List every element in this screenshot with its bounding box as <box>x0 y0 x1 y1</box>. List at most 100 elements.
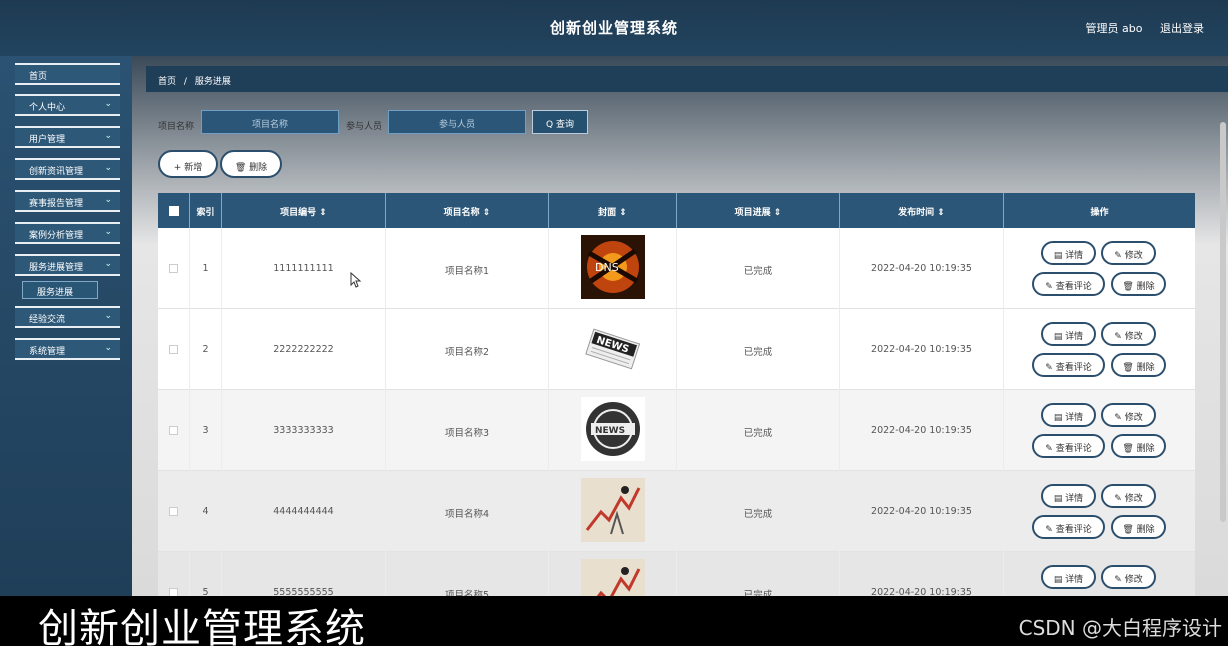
delete-button[interactable]: 🗑 删除 <box>1111 515 1166 539</box>
cell-progress: 已完成 <box>677 471 840 552</box>
chevron-down-icon: ⌄ <box>104 343 112 353</box>
cell-code: 3333333333 <box>222 390 386 471</box>
table-row: 5 5555555555 项目名称5 已完成 2022-04-20 10:19:… <box>158 552 1195 596</box>
search-label-members: 参与人员 <box>346 122 383 132</box>
svg-text:NEWS: NEWS <box>595 426 625 436</box>
row-checkbox[interactable] <box>169 345 178 354</box>
view-comments-button[interactable]: ✎ 查看评论 <box>1032 272 1105 296</box>
header-name[interactable]: 项目名称 ⇕ <box>386 193 549 228</box>
sidebar-item-news[interactable]: 创新资讯管理 ⌄ <box>15 158 120 180</box>
cover-image: NEWS <box>581 316 645 380</box>
cover-image <box>581 559 645 596</box>
cell-index: 4 <box>190 471 222 552</box>
sidebar-item-home[interactable]: 首页 <box>15 63 120 85</box>
detail-button[interactable]: ▤ 详情 <box>1041 565 1096 589</box>
cover-image <box>581 478 645 542</box>
sidebar-item-users[interactable]: 用户管理 ⌄ <box>15 126 120 148</box>
row-checkbox[interactable] <box>169 588 178 596</box>
delete-button[interactable]: 🗑 删除 <box>1111 434 1166 458</box>
cell-actions: ▤ 详情 ✎ 修改 ✎ 查看评论 🗑 删除 <box>1004 228 1195 309</box>
current-user: 管理员 abo <box>1085 22 1143 35</box>
chevron-down-icon: ⌄ <box>104 311 112 321</box>
row-checkbox[interactable] <box>169 264 178 273</box>
cover-image: NEWS <box>581 397 645 461</box>
header-cover[interactable]: 封面 ⇕ <box>549 193 677 228</box>
sidebar-item-profile[interactable]: 个人中心 ⌄ <box>15 94 120 116</box>
row-checkbox[interactable] <box>169 426 178 435</box>
sidebar-item-case[interactable]: 案例分析管理 ⌄ <box>15 222 120 244</box>
detail-button[interactable]: ▤ 详情 <box>1041 484 1096 508</box>
cell-time: 2022-04-20 10:19:35 <box>840 309 1004 390</box>
detail-button[interactable]: ▤ 详情 <box>1041 403 1096 427</box>
chevron-down-icon: ⌄ <box>104 259 112 269</box>
header-right: 管理员 abo 退出登录 <box>1072 20 1204 36</box>
table-row: 1 1111111111 项目名称1 DNS 已完成 2022-04-20 10… <box>158 228 1195 309</box>
cell-index: 2 <box>190 309 222 390</box>
header-progress[interactable]: 项目进展 ⇕ <box>677 193 840 228</box>
breadcrumb-home[interactable]: 首页 <box>158 77 176 87</box>
batch-delete-button[interactable]: 🗑 删除 <box>220 150 282 178</box>
cell-time: 2022-04-20 10:19:35 <box>840 552 1004 596</box>
cell-index: 3 <box>190 390 222 471</box>
cell-code: 5555555555 <box>222 552 386 596</box>
sidebar-item-experience[interactable]: 经验交流 ⌄ <box>15 306 120 328</box>
cell-time: 2022-04-20 10:19:35 <box>840 390 1004 471</box>
sidebar-item-label: 首页 <box>29 72 48 82</box>
cell-time: 2022-04-20 10:19:35 <box>840 228 1004 309</box>
cell-index: 5 <box>190 552 222 596</box>
view-comments-button[interactable]: ✎ 查看评论 <box>1032 434 1105 458</box>
search-button[interactable]: Q 查询 <box>532 110 588 134</box>
detail-button[interactable]: ▤ 详情 <box>1041 241 1096 265</box>
chevron-down-icon: ⌄ <box>104 195 112 205</box>
sidebar-item-label: 经验交流 <box>29 315 66 325</box>
sidebar-item-label: 用户管理 <box>29 135 66 145</box>
delete-button[interactable]: 🗑 删除 <box>1111 353 1166 377</box>
cell-time: 2022-04-20 10:19:35 <box>840 471 1004 552</box>
header-code[interactable]: 项目编号 ⇕ <box>222 193 386 228</box>
edit-button[interactable]: ✎ 修改 <box>1101 565 1156 589</box>
edit-button[interactable]: ✎ 修改 <box>1101 484 1156 508</box>
row-select <box>158 552 190 596</box>
cell-name: 项目名称4 <box>386 471 549 552</box>
chevron-down-icon: ⌄ <box>104 163 112 173</box>
detail-button[interactable]: ▤ 详情 <box>1041 322 1096 346</box>
edit-button[interactable]: ✎ 修改 <box>1101 403 1156 427</box>
logout-link[interactable]: 退出登录 <box>1160 22 1204 35</box>
table-row: 4 4444444444 项目名称4 已完成 2022-04-20 10:19:… <box>158 471 1195 552</box>
sidebar-subitem-service-progress[interactable]: 服务进展 <box>22 281 98 299</box>
row-select <box>158 228 190 309</box>
cell-actions: ▤ 详情 ✎ 修改 ✎ 查看评论 🗑 删除 <box>1004 390 1195 471</box>
watermark: CSDN @大白程序设计 <box>1018 616 1222 640</box>
header-select-all[interactable] <box>158 193 190 228</box>
cell-cover <box>549 552 677 596</box>
cell-code: 1111111111 <box>222 228 386 309</box>
cell-cover: NEWS <box>549 390 677 471</box>
vertical-scrollbar[interactable] <box>1220 122 1226 522</box>
sidebar-item-system[interactable]: 系统管理 ⌄ <box>15 338 120 360</box>
delete-button[interactable]: 🗑 删除 <box>1111 272 1166 296</box>
cell-name: 项目名称2 <box>386 309 549 390</box>
sidebar-item-label: 赛事报告管理 <box>29 199 84 209</box>
video-caption-bar: 创新创业管理系统 CSDN @大白程序设计 <box>0 596 1228 646</box>
cell-name: 项目名称5 <box>386 552 549 596</box>
header-time[interactable]: 发布时间 ⇕ <box>840 193 1004 228</box>
view-comments-button[interactable]: ✎ 查看评论 <box>1032 515 1105 539</box>
sidebar-item-label: 创新资讯管理 <box>29 167 84 177</box>
sidebar-item-label: 系统管理 <box>29 347 66 357</box>
caption-title: 创新创业管理系统 <box>38 606 366 646</box>
sidebar-item-service[interactable]: 服务进展管理 ⌄ <box>15 254 120 276</box>
view-comments-button[interactable]: ✎ 查看评论 <box>1032 353 1105 377</box>
row-select <box>158 309 190 390</box>
search-members-input[interactable]: 参与人员 <box>388 110 526 134</box>
edit-button[interactable]: ✎ 修改 <box>1101 322 1156 346</box>
cell-code: 4444444444 <box>222 471 386 552</box>
header-actions: 操作 <box>1090 208 1109 218</box>
svg-text:DNS: DNS <box>595 261 619 274</box>
edit-button[interactable]: ✎ 修改 <box>1101 241 1156 265</box>
sidebar-item-competition[interactable]: 赛事报告管理 ⌄ <box>15 190 120 212</box>
add-button[interactable]: + 新增 <box>158 150 218 178</box>
app-title: 创新创业管理系统 <box>549 19 678 37</box>
row-checkbox[interactable] <box>169 507 178 516</box>
select-all-checkbox[interactable] <box>169 206 179 216</box>
search-name-input[interactable]: 项目名称 <box>201 110 339 134</box>
